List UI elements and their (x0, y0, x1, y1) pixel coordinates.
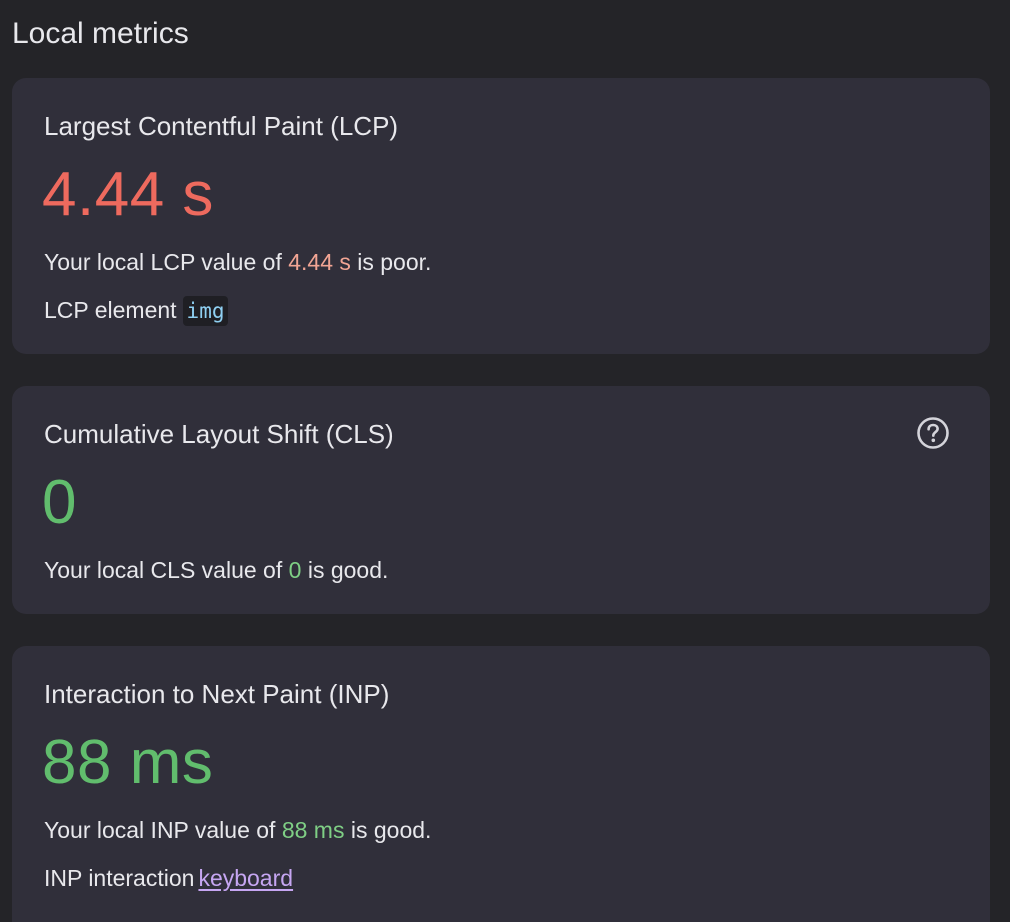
cls-value: 0 (42, 468, 77, 537)
cls-description: Your local CLS value of 0 is good. (44, 554, 388, 586)
cls-desc-suffix: is good. (301, 557, 389, 583)
lcp-desc-value: 4.44 s (288, 249, 351, 275)
question-circle-icon[interactable] (916, 416, 950, 450)
inp-interaction-row: INP interaction keyboard (44, 862, 293, 894)
lcp-desc-prefix: Your local LCP value of (44, 249, 289, 275)
inp-desc-suffix: is good. (344, 817, 432, 843)
section-title: Local metrics (12, 17, 189, 50)
lcp-element-chip[interactable]: img (182, 296, 229, 326)
cls-desc-value: 0 (288, 557, 302, 583)
inp-desc-value: 88 ms (281, 817, 345, 843)
lcp-title: Largest Contentful Paint (LCP) (44, 111, 399, 141)
inp-interaction-label: INP interaction (44, 865, 195, 891)
lcp-description: Your local LCP value of 4.44 s is poor. (44, 246, 431, 278)
lcp-card: Largest Contentful Paint (LCP) 4.44 s Yo… (12, 78, 990, 354)
lcp-desc-suffix: is poor. (350, 249, 432, 275)
inp-value: 88 ms (42, 728, 214, 797)
cls-card: Cumulative Layout Shift (CLS) 0 Your loc… (12, 386, 990, 614)
inp-card: Interaction to Next Paint (INP) 88 ms Yo… (12, 646, 990, 922)
inp-desc-prefix: Your local INP value of (44, 817, 282, 843)
inp-interaction-link[interactable]: keyboard (198, 865, 293, 891)
lcp-element-row: LCP element img (44, 294, 229, 326)
lcp-element-label: LCP element (44, 297, 177, 323)
lcp-value: 4.44 s (42, 160, 214, 229)
local-metrics-panel: Local metrics Largest Contentful Paint (… (0, 0, 1010, 922)
inp-description: Your local INP value of 88 ms is good. (44, 814, 431, 846)
cls-title: Cumulative Layout Shift (CLS) (44, 419, 394, 449)
inp-title: Interaction to Next Paint (INP) (44, 679, 390, 709)
cls-desc-prefix: Your local CLS value of (44, 557, 289, 583)
